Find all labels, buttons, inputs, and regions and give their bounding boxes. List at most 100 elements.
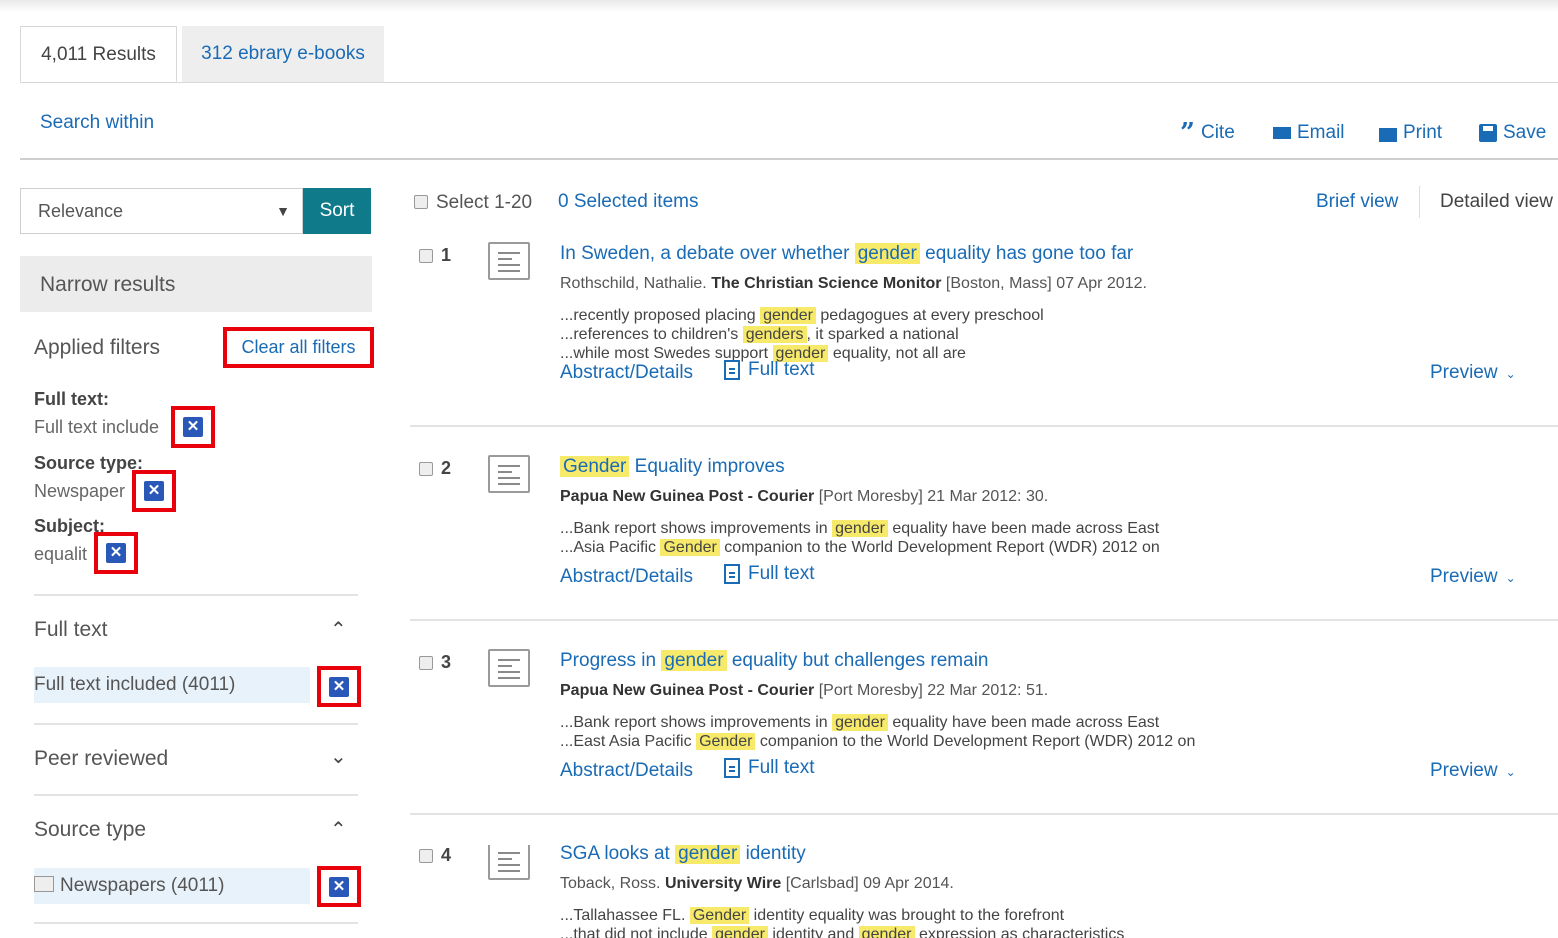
facet-option-full-text-included[interactable]: Full text included (4011) [34,667,310,703]
applied-filter-label: Full text: [34,389,109,409]
result-snippet: ...Bank report shows improvements in gen… [560,714,1160,731]
result-source: The Christian Science Monitor [711,275,942,292]
abstract-details-link[interactable]: Abstract/Details [560,566,693,588]
narrow-results-header: Narrow results [20,256,372,312]
preview-toggle[interactable]: Preview ⌄ [1430,760,1516,782]
cite-button[interactable]: ” Cite [1180,120,1235,146]
facet-full-text-header[interactable]: Full text [34,618,108,642]
title-text: Progress in [560,650,662,671]
abstract-details-link[interactable]: Abstract/Details [560,362,693,384]
search-within-link[interactable]: Search within [40,112,154,134]
title-text: equality but challenges remain [726,650,989,671]
chevron-down-icon: ⌄ [1505,765,1516,779]
document-text-icon [724,758,740,778]
sort-button[interactable]: Sort [303,188,371,234]
result-snippet: ...Tallahassee FL. Gender identity equal… [560,907,1065,924]
result-author: Toback, Ross. [560,875,661,892]
highlight-term: gender [675,845,741,864]
title-text: In Sweden, a debate over whether [560,243,855,264]
chevron-up-icon[interactable]: ⌃ [330,617,347,642]
result-title-link[interactable]: In Sweden, a debate over whether gender … [560,243,1133,265]
result-divider [410,619,1558,621]
highlight-term: gender [661,650,727,671]
sort-select[interactable]: Relevance ▼ [20,188,303,234]
document-icon [488,649,530,687]
abstract-details-link[interactable]: Abstract/Details [560,760,693,782]
remove-filter-subject-button[interactable]: ✕ [94,532,138,574]
result-title-link[interactable]: Gender Equality improves [560,456,785,478]
chevron-down-icon: ⌄ [1505,571,1516,585]
preview-toggle[interactable]: Preview ⌄ [1430,362,1516,384]
result-number: 1 [441,245,452,265]
full-text-link[interactable]: Full text [724,563,815,585]
divider [34,723,358,725]
remove-facet-full-text-button[interactable]: ✕ [317,666,361,707]
remove-filter-full-text-button[interactable]: ✕ [171,406,215,448]
divider [34,922,358,924]
save-label: Save [1503,122,1547,143]
full-text-link[interactable]: Full text [724,359,815,381]
sort-selected-value: Relevance [38,201,124,221]
close-icon: ✕ [329,676,349,697]
result-source-details: [Boston, Mass] 07 Apr 2012. [945,275,1147,292]
full-text-label: Full text [748,563,815,584]
result-checkbox[interactable] [419,462,433,476]
result-checkbox[interactable] [419,656,433,670]
title-text: SGA looks at [560,845,676,864]
chevron-down-icon: ⌄ [1505,367,1516,381]
full-text-label: Full text [748,359,815,380]
result-title-link[interactable]: Progress in gender equality but challeng… [560,650,988,672]
result-number: 2 [441,458,452,478]
facet-source-type-header[interactable]: Source type [34,818,146,842]
email-button[interactable]: Email [1273,122,1345,144]
close-icon: ✕ [106,543,126,563]
result-divider [410,813,1558,815]
result-checkbox[interactable] [419,849,433,863]
document-text-icon [724,360,740,380]
document-icon [488,455,530,493]
result-number: 4 [441,845,452,865]
top-shadow [0,0,1558,12]
result-citation: Papua New Guinea Post - Courier [Port Mo… [560,682,1048,700]
chevron-down-icon[interactable]: ⌄ [330,744,347,769]
applied-filter-value: Full text include [34,417,160,437]
applied-filter-label: Source type: [34,453,144,473]
document-icon [488,242,530,280]
facet-peer-reviewed-header[interactable]: Peer reviewed [34,747,168,771]
document-text-icon [724,564,740,584]
result-citation: Papua New Guinea Post - Courier [Port Mo… [560,488,1048,506]
highlight-term: gender [854,243,920,264]
result-snippet: ...Bank report shows improvements in gen… [560,520,1160,537]
result-source: University Wire [664,875,782,892]
result-title-link[interactable]: SGA looks at gender identity [560,845,806,865]
tab-results[interactable]: 4,011 Results [20,26,177,82]
full-text-link[interactable]: Full text [724,757,815,779]
detailed-view-link[interactable]: Detailed view [1440,191,1553,213]
preview-toggle[interactable]: Preview ⌄ [1430,566,1516,588]
result-source-details: [Port Moresby] 21 Mar 2012: 30. [818,488,1049,505]
remove-facet-source-type-button[interactable]: ✕ [317,866,361,907]
result-checkbox[interactable] [419,249,433,263]
selected-items-link[interactable]: 0 Selected items [558,191,698,213]
close-icon: ✕ [144,481,164,501]
email-label: Email [1297,122,1345,143]
view-separator [1419,186,1420,218]
select-all-label: Select 1-20 [436,192,533,213]
facet-option-newspapers[interactable]: Newspapers (4011) [34,868,310,904]
result-divider [410,425,1558,427]
brief-view-link[interactable]: Brief view [1316,191,1398,213]
applied-filter-value: equalit [34,544,88,564]
save-button[interactable]: Save [1479,122,1546,144]
result-source-details: [Carlsbad] 09 Apr 2014. [785,875,954,892]
facet-option-label: Full text included (4011) [34,674,236,695]
highlight-term: Gender [560,456,630,477]
remove-filter-source-type-button[interactable]: ✕ [132,470,176,512]
title-text: equality has gone too far [919,243,1134,264]
select-all-checkbox[interactable] [414,195,428,209]
print-label: Print [1403,122,1443,143]
clear-all-filters-link[interactable]: Clear all filters [223,327,374,368]
chevron-up-icon[interactable]: ⌃ [330,817,347,842]
result-number: 3 [441,652,452,672]
print-button[interactable]: Print [1379,122,1442,144]
tab-ebrary-ebooks[interactable]: 312 ebrary e-books [182,26,384,82]
